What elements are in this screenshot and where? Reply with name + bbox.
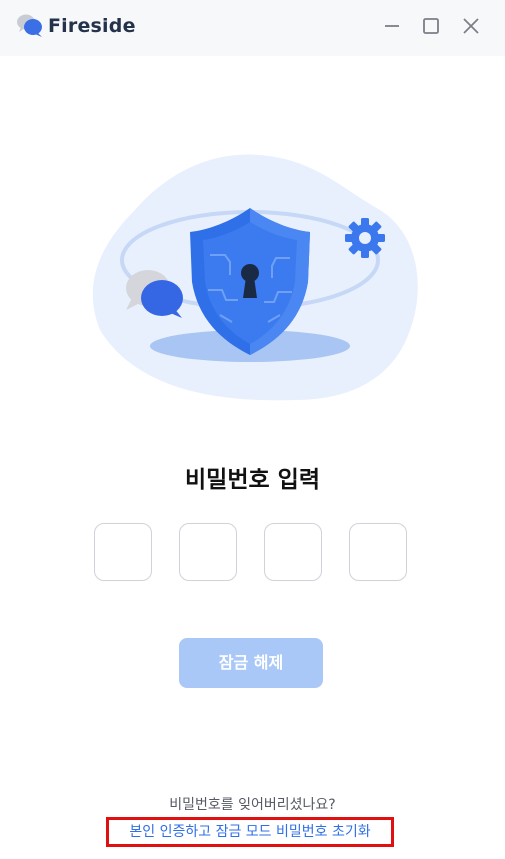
minimize-icon xyxy=(385,25,399,27)
page-title: 비밀번호 입력 xyxy=(185,467,320,493)
maximize-button[interactable] xyxy=(419,14,443,38)
title-bar: Fireside xyxy=(0,0,505,56)
pin-digit-1[interactable] xyxy=(94,523,152,581)
gear-icon xyxy=(345,218,385,258)
app-brand: Fireside xyxy=(16,12,136,40)
minimize-button[interactable] xyxy=(380,14,404,38)
maximize-icon xyxy=(423,18,439,34)
reset-link-highlight: 본인 인증하고 잠금 모드 비밀번호 초기화 xyxy=(106,817,394,847)
unlock-button[interactable]: 잠금 해제 xyxy=(179,638,323,688)
pin-input-group xyxy=(94,523,410,585)
pin-digit-3[interactable] xyxy=(264,523,322,581)
pin-digit-4[interactable] xyxy=(349,523,407,581)
app-name: Fireside xyxy=(48,15,136,37)
chat-bubbles-logo-icon xyxy=(16,13,44,39)
pin-digit-2[interactable] xyxy=(179,523,237,581)
security-shield-illustration xyxy=(80,150,425,405)
close-icon xyxy=(463,18,479,34)
forgot-password-text: 비밀번호를 잊어버리셨나요? xyxy=(169,797,336,813)
reset-password-link[interactable]: 본인 인증하고 잠금 모드 비밀번호 초기화 xyxy=(109,820,391,844)
close-button[interactable] xyxy=(459,14,483,38)
